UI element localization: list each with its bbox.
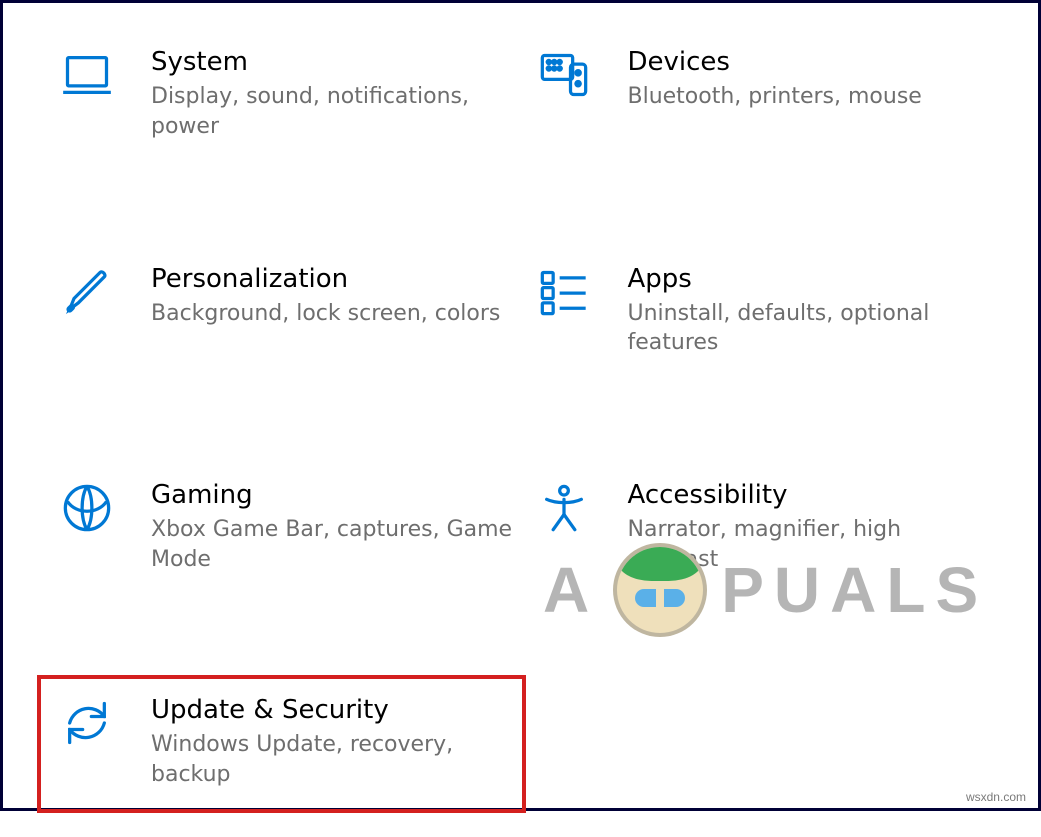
category-devices[interactable]: Devices Bluetooth, printers, mouse bbox=[536, 41, 997, 148]
settings-categories-grid: System Display, sound, notifications, po… bbox=[3, 3, 1038, 837]
category-gaming[interactable]: Gaming Xbox Game Bar, captures, Game Mod… bbox=[59, 474, 520, 581]
devices-icon bbox=[536, 47, 592, 103]
category-title: Gaming bbox=[151, 480, 520, 511]
category-personalization[interactable]: Personalization Background, lock screen,… bbox=[59, 258, 520, 365]
category-desc: Display, sound, notifications, power bbox=[151, 82, 520, 141]
attribution-text: wsxdn.com bbox=[966, 790, 1026, 804]
personalization-icon bbox=[59, 264, 115, 320]
category-desc: Bluetooth, printers, mouse bbox=[628, 82, 997, 112]
accessibility-icon bbox=[536, 480, 592, 536]
category-desc: Narrator, magnifier, high contrast bbox=[628, 515, 997, 574]
update-security-icon bbox=[59, 695, 115, 751]
category-desc: Uninstall, defaults, optional features bbox=[628, 299, 997, 358]
gaming-icon bbox=[59, 480, 115, 536]
category-title: Accessibility bbox=[628, 480, 997, 511]
category-system[interactable]: System Display, sound, notifications, po… bbox=[59, 41, 520, 148]
category-title: System bbox=[151, 47, 520, 78]
category-apps[interactable]: Apps Uninstall, defaults, optional featu… bbox=[536, 258, 997, 365]
category-desc: Xbox Game Bar, captures, Game Mode bbox=[151, 515, 520, 574]
category-title: Personalization bbox=[151, 264, 520, 295]
apps-icon bbox=[536, 264, 592, 320]
category-desc: Windows Update, recovery, backup bbox=[151, 730, 520, 789]
system-icon bbox=[59, 47, 115, 103]
category-accessibility[interactable]: Accessibility Narrator, magnifier, high … bbox=[536, 474, 997, 581]
category-title: Apps bbox=[628, 264, 997, 295]
category-update-security[interactable]: Update & Security Windows Update, recove… bbox=[43, 681, 520, 808]
category-title: Devices bbox=[628, 47, 997, 78]
category-title: Update & Security bbox=[151, 695, 520, 726]
category-desc: Background, lock screen, colors bbox=[151, 299, 520, 329]
